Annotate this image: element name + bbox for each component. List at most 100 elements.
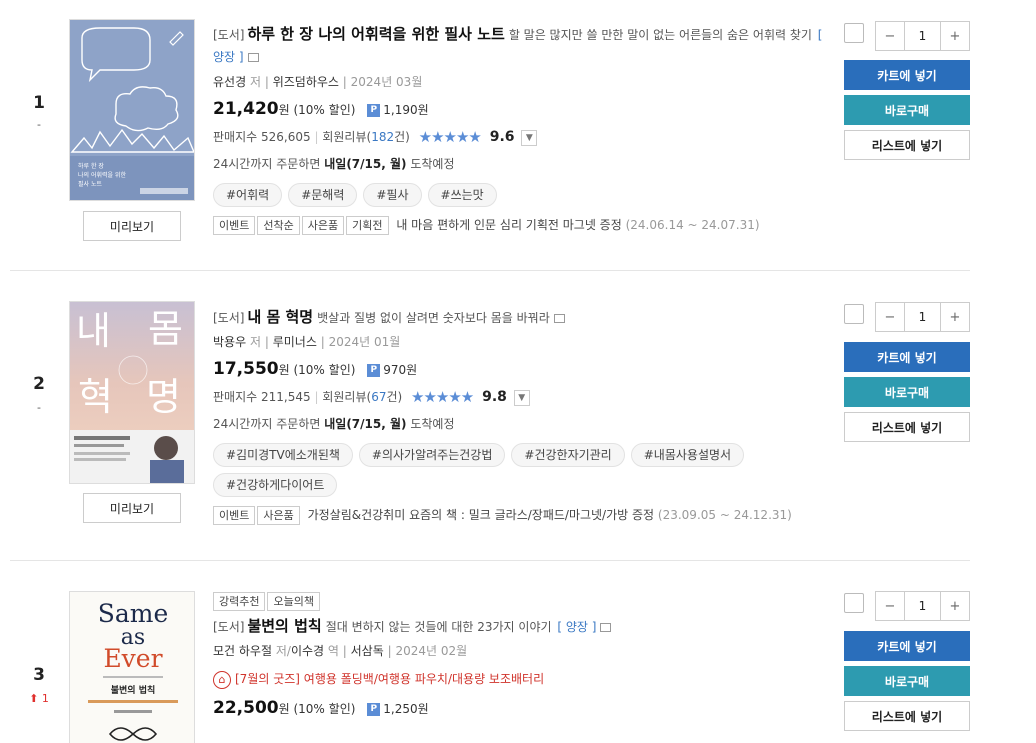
cover-char: 몸 — [148, 307, 183, 351]
quantity-stepper: − 1 + — [875, 302, 970, 332]
separator: | — [264, 75, 269, 89]
title-line: [도서] 불변의 법칙 절대 변하지 않는 것들에 대한 23가지 이야기 [ 양장… — [213, 615, 828, 638]
book-cover[interactable]: 내 몸 혁 명 — [69, 301, 195, 484]
format-tag: [도서] — [213, 620, 245, 634]
rating-score: 9.6 — [489, 129, 515, 145]
preview-button[interactable]: 미리보기 — [83, 211, 181, 241]
event-tag: 선착순 — [257, 216, 300, 235]
buy-now-button[interactable]: 바로구매 — [844, 666, 970, 696]
book-title-link[interactable]: 하루 한 장 나의 어휘력을 위한 필사 노트 — [247, 25, 504, 43]
publish-date: 2024년 01월 — [328, 335, 401, 349]
action-panel: − 1 + 카트에 넣기 바로구매 리스트에 넣기 — [844, 21, 970, 161]
recommend-badge: 강력추천 — [213, 592, 266, 611]
decrease-button[interactable]: − — [876, 592, 905, 620]
hashtag[interactable]: #건강한자기관리 — [511, 443, 625, 467]
price-unit: 원 — [278, 103, 290, 117]
hashtag[interactable]: #내몸사용설명서 — [630, 443, 745, 467]
points: 1,250원 — [383, 702, 429, 716]
event-date: (24.06.14 ~ 24.07.31) — [625, 218, 760, 232]
hashtag[interactable]: #쓰는맛 — [427, 183, 497, 207]
cover-char: 내 — [76, 309, 111, 353]
hashtag[interactable]: #문해력 — [288, 183, 358, 207]
book-cover[interactable]: Same as Ever 불변의 법칙 — [69, 591, 195, 743]
publisher-link[interactable]: 위즈덤하우스 — [273, 75, 339, 89]
quantity-input[interactable]: 1 — [905, 303, 940, 331]
rank-change: - — [37, 118, 41, 131]
rank-change-value: 1 — [41, 692, 49, 705]
chevron-down-icon[interactable]: ▼ — [521, 129, 538, 146]
discount: (10% 할인) — [293, 702, 356, 716]
event-link[interactable]: 내 마음 편하게 인문 심리 기획전 마그넷 증정 — [396, 218, 621, 232]
quantity-input[interactable]: 1 — [905, 592, 940, 620]
star-rating-icon: ★★★★★ — [411, 388, 474, 406]
author-link[interactable]: 박용우 — [213, 335, 246, 349]
hashtag[interactable]: #어휘력 — [213, 183, 283, 207]
gift-promo[interactable]: ⌂ [7월의 굿즈] 여행용 폴딩백/여행용 파우치/대용량 보조배터리 — [213, 669, 828, 689]
increase-button[interactable]: + — [940, 303, 969, 331]
add-to-list-button[interactable]: 리스트에 넣기 — [844, 130, 970, 160]
add-to-cart-button[interactable]: 카트에 넣기 — [844, 342, 970, 372]
rating-score: 9.8 — [482, 389, 507, 405]
gift-text: [7월의 굿즈] 여행용 폴딩백/여행용 파우치/대용량 보조배터리 — [235, 672, 545, 686]
sales-index: 211,545 — [261, 390, 311, 404]
book-subtitle: 뱃살과 질병 없이 살려면 숫자보다 몸을 바꿔라 — [317, 311, 550, 325]
quantity-input[interactable]: 1 — [905, 22, 940, 50]
author-link[interactable]: 유선경 — [213, 75, 246, 89]
decrease-button[interactable]: − — [876, 303, 905, 331]
decrease-button[interactable]: − — [876, 22, 905, 50]
event-tag: 사은품 — [257, 506, 300, 525]
hashtag[interactable]: #필사 — [363, 183, 422, 207]
add-to-cart-button[interactable]: 카트에 넣기 — [844, 60, 970, 90]
event-tag: 기획전 — [346, 216, 389, 235]
book-title-link[interactable]: 내 몸 혁명 — [247, 308, 313, 326]
cover-illustration: 내 몸 혁 명 — [70, 307, 194, 483]
rank-number: 2 — [33, 374, 45, 394]
select-checkbox[interactable] — [844, 304, 864, 324]
preview-button[interactable]: 미리보기 — [83, 493, 181, 523]
publisher-link[interactable]: 서삼독 — [351, 644, 384, 658]
hashtag[interactable]: #김미경TV에소개된책 — [213, 443, 353, 467]
book-title-link[interactable]: 불변의 법칙 — [247, 617, 321, 635]
publisher-link[interactable]: 루미너스 — [273, 335, 317, 349]
author-role: 저 — [249, 75, 261, 89]
new-window-icon[interactable] — [247, 53, 259, 62]
event-link[interactable]: 가정살림&건강취미 요즘의 책 : 밀크 글라스/장패드/마그넷/가방 증정 — [308, 508, 655, 522]
svg-text:나의 어휘력을 위한: 나의 어휘력을 위한 — [78, 171, 126, 179]
buy-now-button[interactable]: 바로구매 — [844, 95, 970, 125]
badge-list: 강력추천 오늘의책 — [213, 592, 828, 612]
hashtag[interactable]: #의사가알려주는건강법 — [358, 443, 506, 467]
quantity-stepper: − 1 + — [875, 21, 970, 51]
book-subtitle: 할 말은 많지만 쓸 만한 말이 없는 어른들의 숨은 어휘력 찾기 — [508, 28, 812, 42]
add-to-list-button[interactable]: 리스트에 넣기 — [844, 412, 970, 442]
buy-now-button[interactable]: 바로구매 — [844, 377, 970, 407]
book-cover[interactable]: 하루 한 장 나의 어휘력을 위한 필사 노트 — [69, 19, 195, 201]
new-window-icon[interactable] — [600, 623, 612, 632]
points: 970원 — [383, 363, 418, 377]
edition-link[interactable]: [ 양장 ] — [557, 620, 596, 634]
hashtag[interactable]: #건강하게다이어트 — [213, 473, 338, 497]
event-line: 이벤트 사은품 가정살림&건강취미 요즘의 책 : 밀크 글라스/장패드/마그넷/… — [213, 505, 828, 525]
select-checkbox[interactable] — [844, 23, 864, 43]
add-to-cart-button[interactable]: 카트에 넣기 — [844, 631, 970, 661]
sales-index: 526,605 — [261, 130, 311, 144]
point-icon: P — [367, 364, 381, 377]
add-to-list-button[interactable]: 리스트에 넣기 — [844, 701, 970, 731]
select-checkbox[interactable] — [844, 593, 864, 613]
cover-illustration: 하루 한 장 나의 어휘력을 위한 필사 노트 — [70, 20, 194, 200]
title-line: [도서] 하루 한 장 나의 어휘력을 위한 필사 노트 할 말은 많지만 쓸 만한… — [213, 23, 828, 68]
new-window-icon[interactable] — [553, 314, 565, 323]
translator-link[interactable]: 이수경 — [291, 644, 324, 658]
delivery-suffix: 도착예정 — [410, 157, 455, 171]
separator: | — [314, 130, 319, 144]
publish-date: 2024년 02월 — [395, 644, 468, 658]
chevron-down-icon[interactable]: ▼ — [513, 389, 530, 406]
review-count-link[interactable]: 182 — [371, 130, 394, 144]
author-link[interactable]: 모건 하우절 — [213, 644, 272, 658]
review-label: 회원리뷰 — [322, 390, 367, 404]
review-count-link[interactable]: 67 — [371, 390, 386, 404]
price-unit: 원 — [278, 702, 290, 716]
increase-button[interactable]: + — [940, 22, 969, 50]
increase-button[interactable]: + — [940, 592, 969, 620]
cover-title-kr: 불변의 법칙 — [111, 684, 156, 696]
sales-label: 판매지수 — [213, 390, 258, 404]
